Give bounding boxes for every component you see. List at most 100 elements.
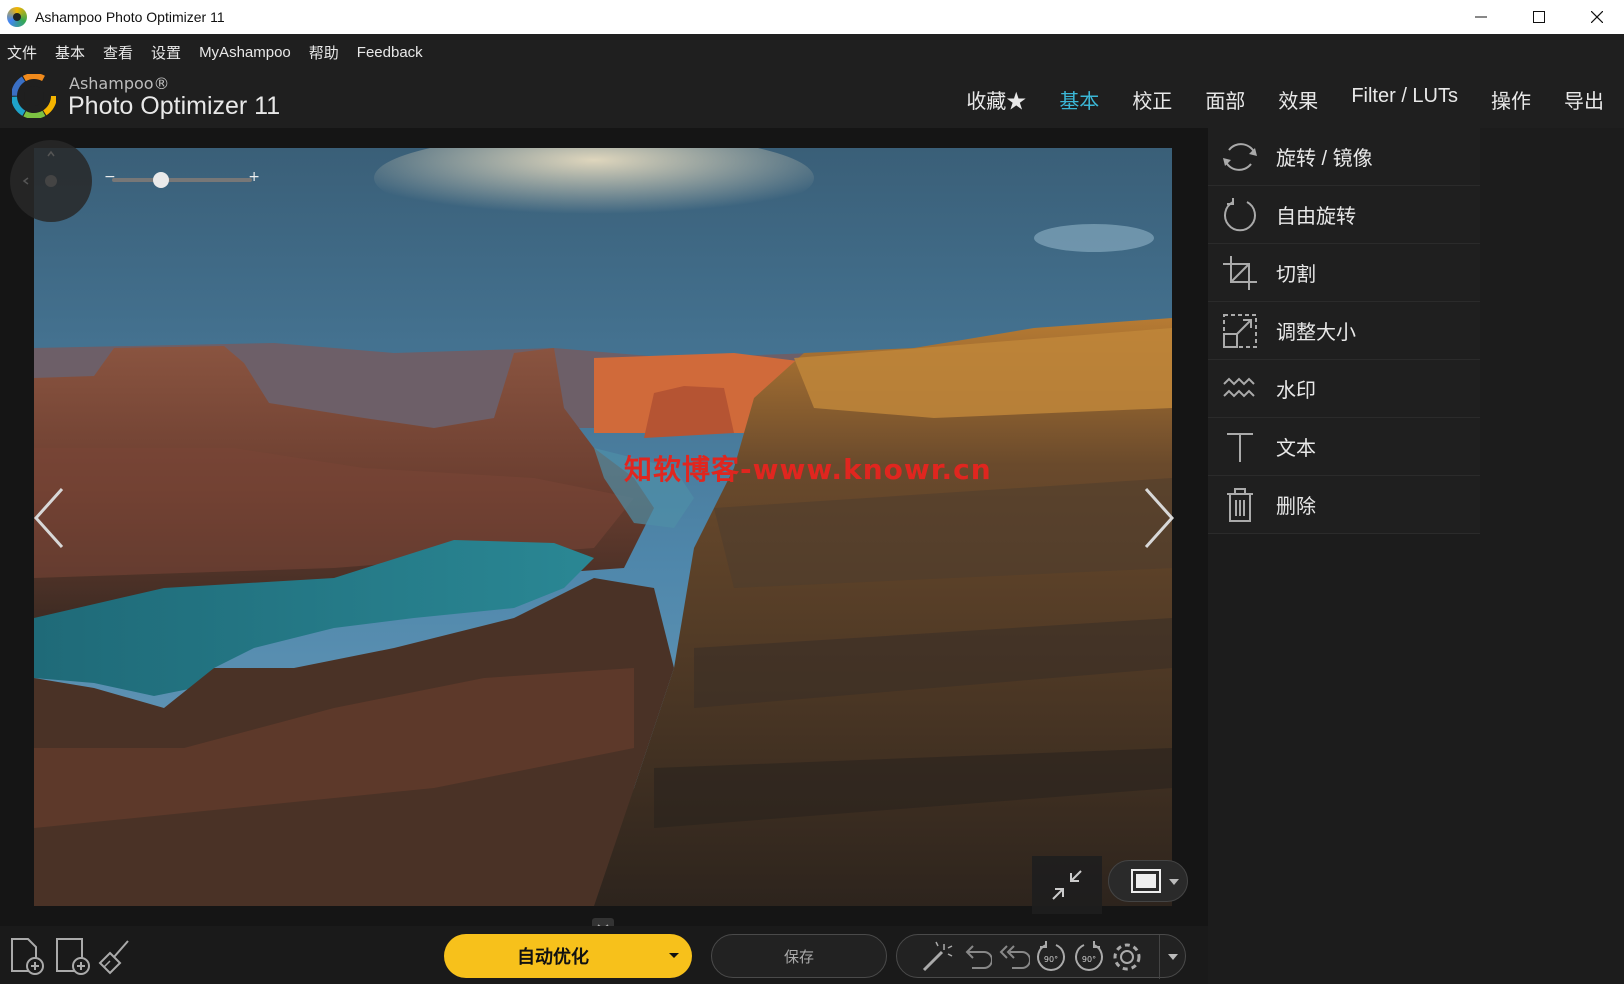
close-icon — [1591, 11, 1603, 23]
save-button[interactable]: 保存 — [711, 934, 887, 978]
pan-arrows-icon — [22, 150, 55, 185]
tab-actions[interactable]: 操作 — [1491, 85, 1531, 114]
tool-watermark[interactable]: 水印 — [1208, 360, 1480, 418]
rotate-right-icon: 90° — [1075, 941, 1103, 971]
tool-text[interactable]: 文本 — [1208, 418, 1480, 476]
brand-product: Photo Optimizer 11 — [68, 92, 281, 120]
menu-basic[interactable]: 基本 — [55, 42, 85, 63]
watermark-text: 知软博客-www.knowr.cn — [624, 453, 992, 486]
settings-button[interactable] — [1109, 939, 1145, 975]
broom-icon — [98, 940, 129, 975]
tool-label: 删除 — [1276, 496, 1316, 518]
quick-actions-dropdown[interactable] — [1159, 935, 1185, 979]
close-button[interactable] — [1568, 0, 1624, 34]
app-header: Ashampoo® Photo Optimizer 11 收藏★ 基本 校正 面… — [0, 70, 1624, 128]
resize-icon — [1220, 311, 1260, 351]
rotate-left-badge: 90° — [1044, 955, 1058, 964]
tool-delete[interactable]: 删除 — [1208, 476, 1480, 534]
undo-all-icon — [999, 945, 1030, 969]
tool-label: 调整大小 — [1276, 322, 1356, 344]
tool-label: 文本 — [1276, 438, 1316, 460]
previous-image-button[interactable] — [30, 483, 70, 553]
tab-favorites[interactable]: 收藏★ — [966, 85, 1026, 114]
add-image-icon — [56, 938, 90, 975]
add-file-icon — [11, 938, 44, 975]
tool-rotate-mirror[interactable]: 旋转 / 镜像 — [1208, 128, 1480, 186]
minimize-button[interactable] — [1452, 0, 1510, 34]
shrink-arrows-icon — [1052, 870, 1082, 900]
brand-company: Ashampoo® — [69, 74, 170, 93]
window-title: Ashampoo Photo Optimizer 11 — [35, 9, 225, 25]
tab-export[interactable]: 导出 — [1564, 85, 1604, 114]
zoom-in-icon[interactable]: + — [248, 169, 260, 185]
tool-label: 旋转 / 镜像 — [1276, 148, 1373, 170]
app-icon — [7, 7, 27, 27]
clear-button[interactable] — [96, 936, 136, 976]
bottom-toolbar: 自动优化 保存 90° 90° — [0, 926, 1208, 984]
tool-label: 水印 — [1276, 380, 1316, 402]
delete-icon — [1220, 485, 1260, 525]
tool-resize[interactable]: 调整大小 — [1208, 302, 1480, 360]
undo-button[interactable] — [957, 939, 993, 975]
magic-wand-button[interactable] — [919, 939, 955, 975]
view-dropdown-icon[interactable] — [1169, 879, 1179, 885]
watermark-icon — [1220, 369, 1260, 409]
free-rotate-icon — [1220, 195, 1260, 235]
ashampoo-logo-icon — [12, 74, 56, 118]
new-file-button[interactable] — [6, 936, 46, 976]
landscape-photo — [34, 148, 1172, 906]
menu-feedback[interactable]: Feedback — [357, 44, 423, 61]
menu-view[interactable]: 查看 — [103, 42, 133, 63]
zoom-slider-thumb[interactable] — [153, 172, 169, 188]
zoom-slider[interactable]: − + — [104, 169, 260, 188]
magic-wand-icon — [922, 941, 953, 972]
main-tabs: 收藏★ 基本 校正 面部 效果 Filter / LUTs 操作 导出 — [933, 85, 1604, 114]
add-image-button[interactable] — [52, 936, 92, 976]
zoom-out-icon[interactable]: − — [104, 169, 116, 185]
tool-free-rotate[interactable]: 自由旋转 — [1208, 186, 1480, 244]
zoom-slider-track[interactable] — [112, 178, 252, 182]
minimize-icon — [1475, 16, 1487, 18]
photo-canvas[interactable]: 知软博客-www.knowr.cn — [34, 148, 1172, 906]
view-mode-button[interactable] — [1108, 860, 1188, 902]
tab-filter-luts[interactable]: Filter / LUTs — [1351, 85, 1458, 114]
tool-label: 切割 — [1276, 264, 1316, 286]
menu-file[interactable]: 文件 — [7, 42, 37, 63]
tool-label: 自由旋转 — [1276, 206, 1356, 228]
crop-icon — [1220, 253, 1260, 293]
pan-navigator[interactable] — [10, 140, 92, 222]
tab-correction[interactable]: 校正 — [1132, 85, 1172, 114]
maximize-icon — [1533, 11, 1545, 23]
image-viewer: 知软博客-www.knowr.cn − + — [0, 128, 1208, 930]
chevron-left-icon — [33, 487, 64, 549]
auto-optimize-label: 自动优化 — [517, 947, 589, 968]
rotate-right-badge: 90° — [1082, 955, 1096, 964]
text-icon — [1220, 427, 1260, 467]
undo-icon — [965, 945, 992, 969]
undo-all-button[interactable] — [995, 939, 1031, 975]
menu-help[interactable]: 帮助 — [309, 42, 339, 63]
tool-crop[interactable]: 切割 — [1208, 244, 1480, 302]
title-bar: Ashampoo Photo Optimizer 11 — [0, 0, 1624, 34]
tab-effects[interactable]: 效果 — [1278, 85, 1318, 114]
chevron-down-icon — [1167, 954, 1178, 960]
menu-myashampoo[interactable]: MyAshampoo — [199, 44, 291, 61]
tab-basic[interactable]: 基本 — [1059, 85, 1099, 114]
fit-to-window-button[interactable] — [1032, 856, 1102, 914]
single-view-icon — [1131, 869, 1161, 893]
quick-actions-group: 90° 90° — [896, 934, 1186, 979]
next-image-button[interactable] — [1138, 483, 1178, 553]
tab-face[interactable]: 面部 — [1205, 85, 1245, 114]
rotate-right-90-button[interactable]: 90° — [1071, 939, 1107, 975]
gear-icon — [1113, 943, 1141, 971]
rotate-left-icon: 90° — [1037, 941, 1065, 971]
rotate-left-90-button[interactable]: 90° — [1033, 939, 1069, 975]
chevron-right-icon — [1144, 487, 1175, 549]
auto-optimize-button[interactable]: 自动优化 — [444, 934, 692, 978]
rotate-mirror-icon — [1220, 137, 1260, 177]
auto-optimize-dropdown-icon[interactable] — [668, 948, 680, 962]
menu-settings[interactable]: 设置 — [151, 42, 181, 63]
maximize-button[interactable] — [1510, 0, 1568, 34]
tool-panel: 旋转 / 镜像 自由旋转 切割 调整大小 水印 文本 删除 — [1208, 128, 1624, 984]
menu-bar: 文件 基本 查看 设置 MyAshampoo 帮助 Feedback — [0, 34, 1624, 70]
